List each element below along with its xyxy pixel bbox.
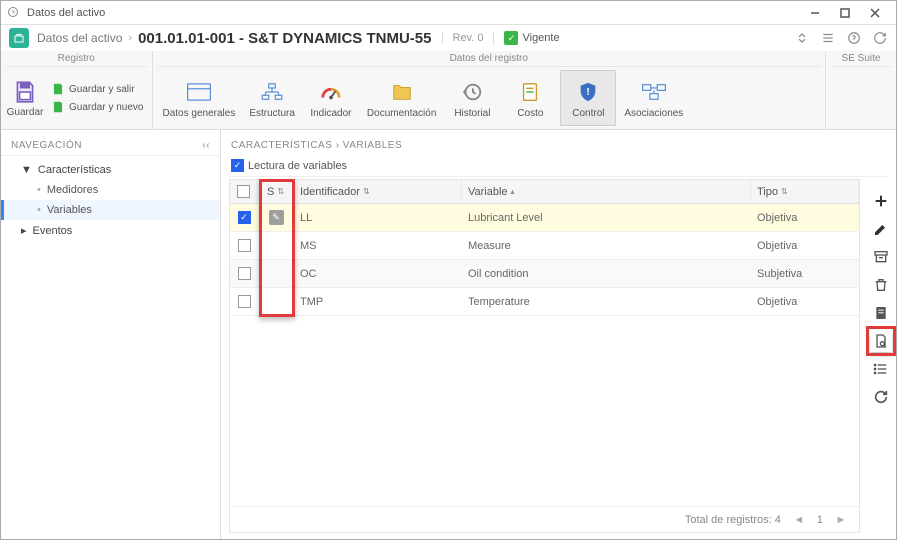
revision-label: Rev. 0 <box>442 32 484 44</box>
app-window-icon <box>7 6 21 20</box>
list-icon[interactable] <box>820 30 836 46</box>
minimize-button[interactable] <box>800 3 830 23</box>
edit-icon[interactable] <box>870 218 892 240</box>
save-exit-button[interactable]: Guardar y salir <box>51 81 144 97</box>
row-checkbox[interactable] <box>238 295 251 308</box>
table-row[interactable]: MS Measure Objetiva <box>230 232 859 260</box>
table-row[interactable]: ✓ ✎ LL Lubricant Level Objetiva <box>230 204 859 232</box>
costo-button[interactable]: Costo <box>502 70 558 126</box>
select-all-checkbox[interactable] <box>237 185 250 198</box>
historial-button[interactable]: Historial <box>444 70 500 126</box>
chevron-right-icon: ▸ <box>21 224 27 237</box>
list-alt-icon[interactable] <box>870 358 892 380</box>
table-row[interactable]: TMP Temperature Objetiva <box>230 288 859 316</box>
maximize-button[interactable] <box>830 3 860 23</box>
col-tipo-header[interactable]: Tipo⇅ <box>751 180 859 203</box>
ribbon-group-suite: SE Suite <box>830 53 892 67</box>
svg-text:!: ! <box>587 86 590 97</box>
save-button[interactable]: Guardar <box>5 70 45 126</box>
edit-icon[interactable]: ✎ <box>269 210 284 225</box>
lectura-label: Lectura de variables <box>248 160 347 172</box>
asociaciones-button[interactable]: Asociaciones <box>618 70 689 126</box>
document-icon[interactable] <box>870 302 892 324</box>
indicador-button[interactable]: Indicador <box>303 70 359 126</box>
reload-icon[interactable] <box>870 386 892 408</box>
col-var-header[interactable]: Variable▴ <box>462 180 751 203</box>
help-icon[interactable] <box>846 30 862 46</box>
nav-medidores[interactable]: •Medidores <box>1 180 220 200</box>
save-new-button[interactable]: Guardar y nuevo <box>51 99 144 115</box>
file-search-icon[interactable] <box>870 330 892 352</box>
ribbon-group-datos: Datos del registro <box>157 53 822 67</box>
nav-variables[interactable]: •Variables <box>1 200 220 220</box>
module-icon <box>9 28 29 48</box>
nav-header: NAVEGACIÓN <box>11 140 82 151</box>
lectura-checkbox[interactable]: ✓ <box>231 159 244 172</box>
table-row[interactable]: OC Oil condition Subjetiva <box>230 260 859 288</box>
asset-code: 001.01.01-001 - S&T DYNAMICS TNMU-55 <box>138 30 431 47</box>
window-title: Datos del activo <box>27 7 800 19</box>
pager-next[interactable]: ► <box>831 510 851 530</box>
nav-collapse-icon[interactable]: ‹‹ <box>202 140 210 151</box>
archive-icon[interactable] <box>870 246 892 268</box>
ribbon-group-registro: Registro <box>5 53 148 67</box>
delete-icon[interactable] <box>870 274 892 296</box>
documentacion-button[interactable]: Documentación <box>361 70 442 126</box>
total-records: Total de registros: 4 <box>685 514 781 526</box>
add-icon[interactable] <box>870 190 892 212</box>
breadcrumb-1[interactable]: CARACTERÍSTICAS <box>231 140 332 151</box>
pager-page: 1 <box>817 514 823 526</box>
pager-prev[interactable]: ◄ <box>789 510 809 530</box>
estructura-button[interactable]: Estructura <box>243 70 301 126</box>
nav-caracteristicas[interactable]: ▼ Características <box>1 160 220 180</box>
status-text: Vigente <box>522 32 559 44</box>
datos-generales-button[interactable]: Datos generales <box>157 70 242 126</box>
row-checkbox[interactable] <box>238 267 251 280</box>
breadcrumb-sep: › <box>128 32 132 44</box>
close-button[interactable] <box>860 3 890 23</box>
control-button[interactable]: ! Control <box>560 70 616 126</box>
nav-eventos[interactable]: ▸ Eventos <box>1 220 220 241</box>
chevron-down-icon: ▼ <box>21 164 32 176</box>
row-checkbox[interactable]: ✓ <box>238 211 251 224</box>
col-s-header[interactable]: S⇅ <box>258 180 294 203</box>
refresh-icon[interactable] <box>872 30 888 46</box>
col-id-header[interactable]: Identificador⇅ <box>294 180 462 203</box>
row-checkbox[interactable] <box>238 239 251 252</box>
breadcrumb-2[interactable]: VARIABLES <box>343 140 402 151</box>
expand-icon[interactable] <box>794 30 810 46</box>
module-label: Datos del activo <box>37 31 122 45</box>
status-check-icon: ✓ <box>504 31 518 45</box>
